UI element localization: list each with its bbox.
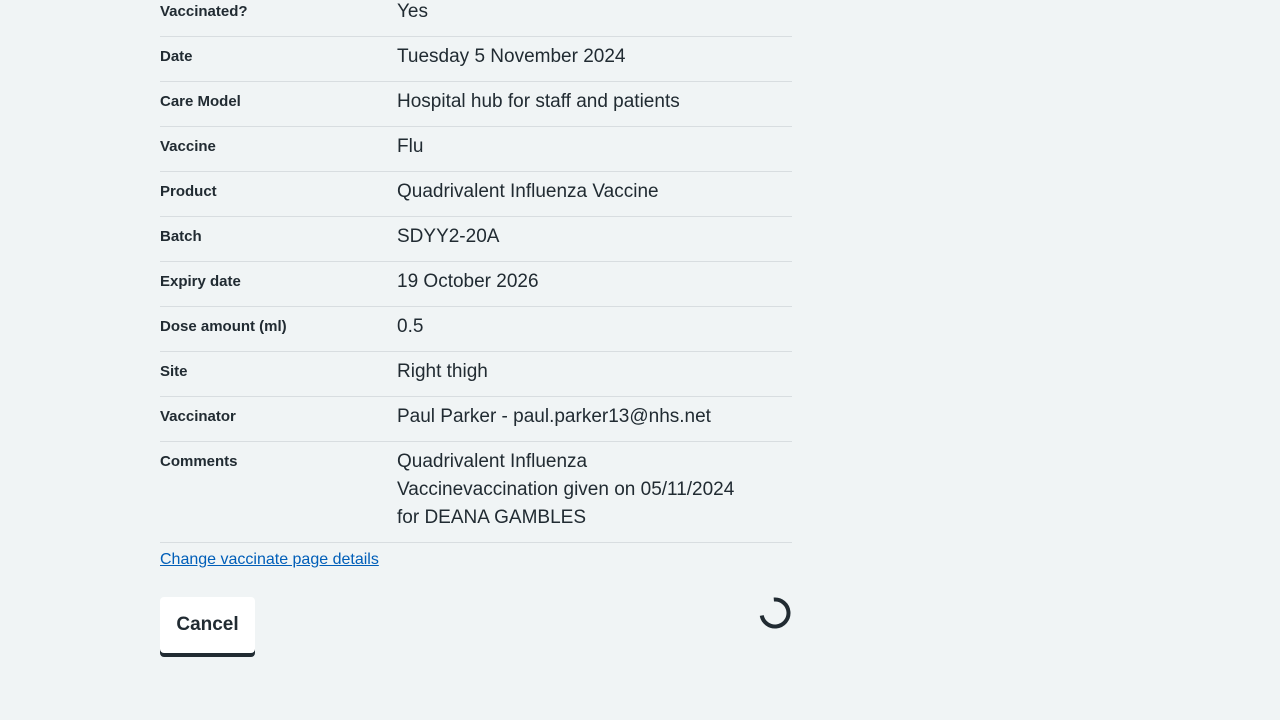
summary-key: Site <box>160 363 188 380</box>
summary-key: Comments <box>160 453 238 470</box>
summary-key: Vaccinator <box>160 408 236 425</box>
summary-value: Yes <box>397 1 428 22</box>
summary-key: Care Model <box>160 93 241 110</box>
summary-row-comments: Comments Quadrivalent Influenza Vaccinev… <box>160 442 792 543</box>
summary-row-vaccine: Vaccine Flu <box>160 127 792 172</box>
summary-key: Expiry date <box>160 273 241 290</box>
summary-value: Paul Parker - paul.parker13@nhs.net <box>397 406 711 427</box>
loading-spinner-icon <box>759 597 791 629</box>
summary-row-product: Product Quadrivalent Influenza Vaccine <box>160 172 792 217</box>
summary-key: Vaccinated? <box>160 3 248 20</box>
summary-row-care-model: Care Model Hospital hub for staff and pa… <box>160 82 792 127</box>
summary-value: 0.5 <box>397 316 424 337</box>
summary-value-comments: Quadrivalent Influenza Vaccinevaccinatio… <box>397 451 735 528</box>
summary-value: SDYY2-20A <box>397 226 500 247</box>
summary-row-date: Date Tuesday 5 November 2024 <box>160 37 792 82</box>
summary-key: Dose amount (ml) <box>160 318 287 335</box>
summary-key: Product <box>160 183 217 200</box>
summary-value: Tuesday 5 November 2024 <box>397 46 626 67</box>
cancel-button[interactable]: Cancel <box>160 597 255 653</box>
summary-value: Quadrivalent Influenza Vaccine <box>397 181 659 202</box>
summary-row-vaccinated: Vaccinated? Yes <box>160 0 792 37</box>
summary-key: Date <box>160 48 193 65</box>
summary-value: Flu <box>397 136 424 157</box>
summary-row-dose-amount: Dose amount (ml) 0.5 <box>160 307 792 352</box>
summary-value: Hospital hub for staff and patients <box>397 91 680 112</box>
summary-row-batch: Batch SDYY2-20A <box>160 217 792 262</box>
summary-row-site: Site Right thigh <box>160 352 792 397</box>
vaccination-summary-list: Vaccinated? Yes Date Tuesday 5 November … <box>160 0 792 543</box>
summary-value: Right thigh <box>397 361 488 382</box>
summary-row-expiry-date: Expiry date 19 October 2026 <box>160 262 792 307</box>
summary-value: 19 October 2026 <box>397 271 539 292</box>
summary-key: Batch <box>160 228 202 245</box>
summary-row-vaccinator: Vaccinator Paul Parker - paul.parker13@n… <box>160 397 792 442</box>
summary-key: Vaccine <box>160 138 216 155</box>
change-details-link[interactable]: Change vaccinate page details <box>160 550 379 570</box>
